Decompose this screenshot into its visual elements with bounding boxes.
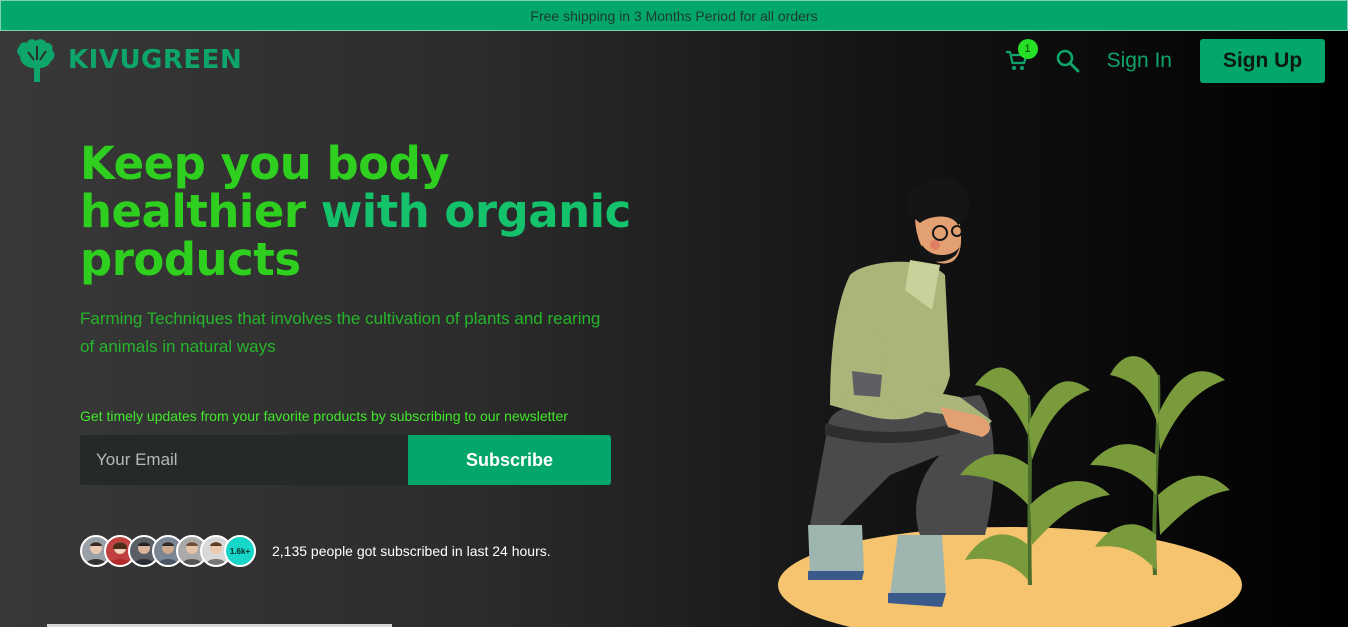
subscribe-button[interactable]: Subscribe (408, 435, 611, 485)
brand-logo[interactable]: KIVUGREEN (16, 38, 242, 82)
farmer-illustration (778, 179, 1242, 627)
search-icon (1056, 49, 1080, 73)
hero-title: Keep you body healthier with organic pro… (80, 140, 640, 284)
announcement-bar: Free shipping in 3 Months Period for all… (0, 0, 1348, 31)
hero-title-line2b: with organic (320, 185, 632, 238)
hero-subtitle: Farming Techniques that involves the cul… (80, 309, 601, 356)
newsletter-label: Get timely updates from your favorite pr… (80, 408, 568, 424)
header-actions: 1 Sign In Sign Up (1005, 39, 1325, 83)
search-button[interactable] (1055, 48, 1081, 74)
email-input[interactable] (80, 435, 408, 485)
subscriber-count-badge: 1.6k+ (224, 535, 256, 567)
announcement-text: Free shipping in 3 Months Period for all… (530, 7, 818, 24)
subscribed-text: 2,135 people got subscribed in last 24 h… (272, 543, 551, 559)
hero-title-line2a: healthier (80, 185, 306, 238)
cart-count-badge: 1 (1017, 39, 1038, 59)
newsletter-form: Subscribe (80, 435, 611, 485)
sign-in-link[interactable]: Sign In (1107, 49, 1172, 73)
hero-title-line1: Keep you body (80, 137, 450, 190)
brand-name: KIVUGREEN (68, 45, 243, 75)
cart-button[interactable]: 1 (1005, 39, 1038, 73)
hero-title-line3: products (80, 233, 301, 286)
sign-up-button[interactable]: Sign Up (1200, 39, 1325, 83)
tree-icon (17, 39, 55, 82)
subscriber-avatars: 1.6k+ 2,135 people got subscribed in las… (80, 535, 551, 567)
